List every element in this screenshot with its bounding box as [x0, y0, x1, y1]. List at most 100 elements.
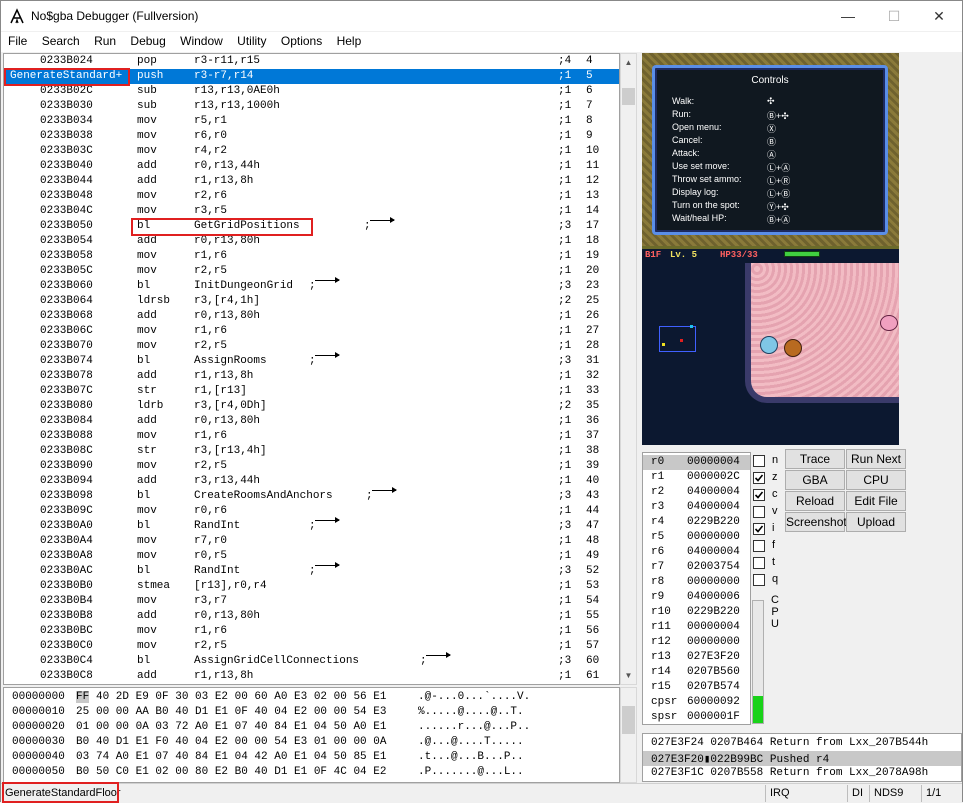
disassembly-row[interactable]: 0233B034 mov r5,r1 ;1 8 [4, 114, 619, 129]
disassembly-row[interactable]: 0233B080 ldrb r3,[r4,0Dh] ;2 35 [4, 399, 619, 414]
disassembly-row[interactable]: 0233B0C0 mov r2,r5 ;1 57 [4, 639, 619, 654]
disassembly-row[interactable]: 0233B088 mov r1,r6 ;1 37 [4, 429, 619, 444]
register-row[interactable]: r9 04000006 [643, 590, 750, 605]
register-row[interactable]: r3 04000004 [643, 500, 750, 515]
disassembly-row[interactable]: 0233B0B4 mov r3,r7 ;1 54 [4, 594, 619, 609]
register-row[interactable]: r6 04000004 [643, 545, 750, 560]
disassembly-row[interactable]: 0233B03C mov r4,r2 ;1 10 [4, 144, 619, 159]
disassembly-row[interactable]: 0233B064 ldrsb r3,[r4,1h] ;2 25 [4, 294, 619, 309]
menu-search[interactable]: Search [38, 32, 84, 52]
menu-file[interactable]: File [4, 32, 31, 52]
disassembly-row[interactable]: 0233B0A4 mov r7,r0 ;1 48 [4, 534, 619, 549]
disassembly-row[interactable]: 0233B054 add r0,r13,80h ;1 18 [4, 234, 619, 249]
flag-z[interactable]: z [752, 470, 786, 486]
flag-checkbox[interactable] [753, 523, 765, 535]
edit-file-button[interactable]: Edit File [846, 491, 906, 511]
disassembly-row[interactable]: 0233B05C mov r2,r5 ;1 20 [4, 264, 619, 279]
trace-button[interactable]: Trace [785, 449, 845, 469]
disassembly-row[interactable]: 0233B0BC mov r1,r6 ;1 56 [4, 624, 619, 639]
flag-q[interactable]: q [752, 572, 786, 588]
disassembly-row[interactable]: 0233B084 add r0,r13,80h ;1 36 [4, 414, 619, 429]
hex-dump-pane[interactable]: 00000000 FF 40 2D E9 0F 30 03 E2 00 60 A0 … [3, 687, 620, 783]
flag-checkbox[interactable] [753, 557, 765, 569]
disassembly-row[interactable]: 0233B07C str r1,[r13] ;1 33 [4, 384, 619, 399]
disassembly-row[interactable]: 0233B050 bl GetGridPositions; ;3 17 [4, 217, 619, 234]
stack-row[interactable]: 027E3F24 0207B464 Return from Lxx_207B54… [643, 736, 961, 751]
disassembly-row[interactable]: 0233B040 add r0,r13,44h ;1 11 [4, 159, 619, 174]
minimize-button[interactable]: — [825, 1, 871, 31]
flag-checkbox[interactable] [753, 489, 765, 501]
register-row[interactable]: r10 0229B220 [643, 605, 750, 620]
disassembly-row[interactable]: 0233B0C8 add r1,r13,8h ;1 61 [4, 669, 619, 684]
flag-f[interactable]: f [752, 538, 786, 554]
hex-scrollbar[interactable] [620, 687, 637, 783]
stack-row[interactable]: 027E3F1C 0207B558 Return from Lxx_2078A9… [643, 766, 961, 781]
reload-button[interactable]: Reload [785, 491, 845, 511]
flag-checkbox[interactable] [753, 506, 765, 518]
register-row[interactable]: r12 00000000 [643, 635, 750, 650]
disassembly-row[interactable]: GenerateStandard+ push r3-r7,r14 ;1 5 [4, 69, 619, 84]
maximize-button[interactable]: ☐ [871, 1, 917, 31]
flag-v[interactable]: v [752, 504, 786, 520]
register-row[interactable]: r2 04000004 [643, 485, 750, 500]
cpu-specs-button[interactable]: CPU Specs [846, 470, 906, 505]
disassembly-row[interactable]: 0233B070 mov r2,r5 ;1 28 [4, 339, 619, 354]
disassembly-row[interactable]: 0233B074 bl AssignRooms; ;3 31 [4, 352, 619, 369]
menu-run[interactable]: Run [90, 32, 120, 52]
disassembly-row[interactable]: 0233B098 bl CreateRoomsAndAnchors; ;3 43 [4, 487, 619, 504]
disassembly-row[interactable]: 0233B02C sub r13,r13,0AE0h ;1 6 [4, 84, 619, 99]
disassembly-row[interactable]: 0233B0B0 stmea [r13],r0,r4 ;1 53 [4, 579, 619, 594]
scroll-thumb[interactable] [622, 706, 635, 734]
upload-button[interactable]: Upload [846, 512, 906, 532]
menu-options[interactable]: Options [277, 32, 326, 52]
disassembly-row[interactable]: 0233B060 bl InitDungeonGrid; ;3 23 [4, 277, 619, 294]
register-row[interactable]: r5 00000000 [643, 530, 750, 545]
disassembly-row[interactable]: 0233B030 sub r13,r13,1000h ;1 7 [4, 99, 619, 114]
register-row[interactable]: r14 0207B560 [643, 665, 750, 680]
register-row[interactable]: r11 00000004 [643, 620, 750, 635]
flag-checkbox[interactable] [753, 455, 765, 467]
scroll-down-arrow-icon[interactable]: ▼ [621, 667, 636, 684]
disassembly-row[interactable]: 0233B090 mov r2,r5 ;1 39 [4, 459, 619, 474]
flag-checkbox[interactable] [753, 540, 765, 552]
flag-i[interactable]: i [752, 521, 786, 537]
disassembly-row[interactable]: 0233B06C mov r1,r6 ;1 27 [4, 324, 619, 339]
register-row[interactable]: r7 02003754 [643, 560, 750, 575]
register-row[interactable]: r4 0229B220 [643, 515, 750, 530]
disassembly-row[interactable]: 0233B068 add r0,r13,80h ;1 26 [4, 309, 619, 324]
flag-checkbox[interactable] [753, 574, 765, 586]
register-row[interactable]: r1 0000002C [643, 470, 750, 485]
stack-pane[interactable]: 027E3F24 0207B464 Return from Lxx_207B54… [642, 733, 962, 782]
flag-t[interactable]: t [752, 555, 786, 571]
close-button[interactable]: ✕ [916, 1, 962, 31]
disassembly-row[interactable]: 0233B078 add r1,r13,8h ;1 32 [4, 369, 619, 384]
registers-pane[interactable]: r0 00000004 r1 0000002C r2 04000004 r3 04000004… [642, 452, 751, 725]
disassembly-row[interactable]: 0233B024 pop r3-r11,r15 ;4 4 [4, 54, 619, 69]
disassembly-row[interactable]: 0233B0B8 add r0,r13,80h ;1 55 [4, 609, 619, 624]
screenshot-button[interactable]: Screenshot [785, 512, 847, 532]
register-row[interactable]: r0 00000004 [643, 455, 750, 470]
disassembly-row[interactable]: 0233B08C str r3,[r13,4h] ;1 38 [4, 444, 619, 459]
disassembly-row[interactable]: 0233B0AC bl RandInt; ;3 52 [4, 562, 619, 579]
disassembly-row[interactable]: 0233B094 add r3,r13,44h ;1 40 [4, 474, 619, 489]
disassembly-scrollbar[interactable]: ▲ ▼ [620, 53, 637, 685]
disassembly-row[interactable]: 0233B044 add r1,r13,8h ;1 12 [4, 174, 619, 189]
scroll-up-arrow-icon[interactable]: ▲ [621, 54, 636, 71]
disassembly-row[interactable]: 0233B0C4 bl AssignGridCellConnections; ;3 60 [4, 652, 619, 669]
register-row[interactable]: r13 027E3F20 [643, 650, 750, 665]
register-row[interactable]: cpsr 60000092 [643, 695, 750, 710]
register-row[interactable]: spsr 0000001F [643, 710, 750, 725]
disassembly-row[interactable]: 0233B058 mov r1,r6 ;1 19 [4, 249, 619, 264]
register-row[interactable]: r15 0207B574 [643, 680, 750, 695]
disassembly-row[interactable]: 0233B048 mov r2,r6 ;1 13 [4, 189, 619, 204]
stack-row[interactable]: 027E3F20▮022B99BC Pushed r4 [643, 751, 961, 766]
disassembly-row[interactable]: 0233B04C mov r3,r5 ;1 14 [4, 204, 619, 219]
flag-c[interactable]: c [752, 487, 786, 503]
disassembly-row[interactable]: 0233B09C mov r0,r6 ;1 44 [4, 504, 619, 519]
menu-window[interactable]: Window [176, 32, 227, 52]
menu-debug[interactable]: Debug [126, 32, 169, 52]
disassembly-row[interactable]: 0233B038 mov r6,r0 ;1 9 [4, 129, 619, 144]
disassembly-row[interactable]: 0233B0A0 bl RandInt; ;3 47 [4, 517, 619, 534]
gba-specs-button[interactable]: GBA Specs [785, 470, 845, 505]
flag-checkbox[interactable] [753, 472, 765, 484]
